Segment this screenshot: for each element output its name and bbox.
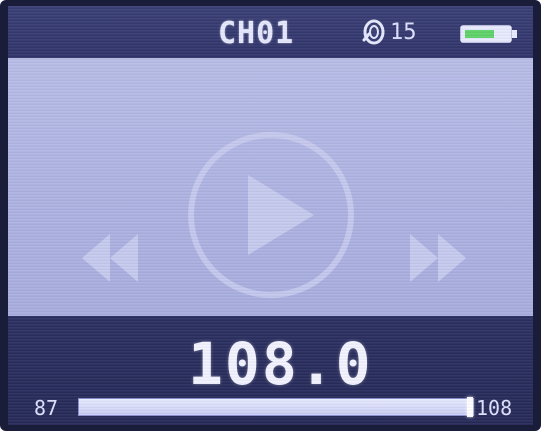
tuning-slider[interactable] [78, 397, 474, 417]
lcd-screen: CH01 15 108.0 87 108 [8, 6, 533, 425]
volume-value: 15 [390, 20, 417, 45]
status-bar: CH01 15 [8, 6, 533, 58]
tuning-slider-knob[interactable] [467, 397, 473, 417]
tuning-slider-fill [79, 399, 473, 415]
radio-device: CH01 15 108.0 87 108 [0, 0, 541, 431]
battery-fill [465, 30, 494, 38]
play-circle-icon[interactable] [186, 130, 356, 300]
frequency-readout: 108.0 [188, 330, 373, 398]
frequency-panel: 108.0 87 108 [8, 316, 533, 425]
rewind-icon[interactable] [78, 226, 142, 290]
frequency-max-label: 108 [476, 396, 513, 420]
playback-area [8, 58, 533, 316]
channel-label: CH01 [218, 16, 295, 51]
frequency-min-label: 87 [34, 396, 59, 420]
speaker-volume-icon [362, 19, 385, 45]
fast-forward-icon[interactable] [406, 226, 470, 290]
battery-icon [460, 25, 517, 43]
